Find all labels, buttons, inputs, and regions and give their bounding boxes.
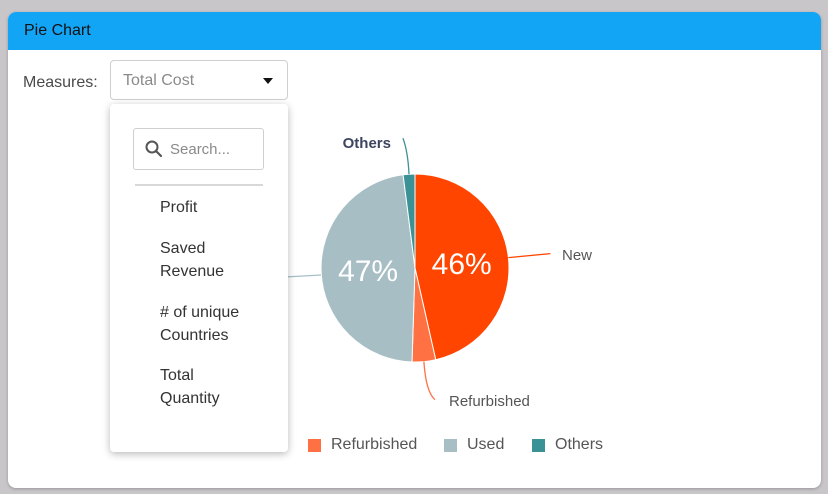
slice-percent-used: 47% [338, 255, 398, 288]
option-label-line: Profit [160, 199, 198, 216]
pie-chart-panel: Pie Chart 46% 47% New Refurbished Others Ref… [8, 12, 821, 488]
option-total-quantity[interactable]: Total Quantity [160, 364, 280, 410]
callout-label-refurbished: Refurbished [449, 393, 530, 410]
slice-percent-new: 46% [432, 248, 492, 281]
leader-line-used [284, 274, 322, 278]
option-unique-countries[interactable]: # of unique Countries [160, 301, 280, 347]
callout-label-others: Others [343, 135, 391, 152]
option-label-line: # of unique [160, 304, 240, 321]
leader-line-new [508, 252, 551, 259]
option-profit[interactable]: Profit [160, 196, 280, 219]
measures-label: Measures: [23, 74, 98, 91]
option-label-line: Quantity [160, 390, 220, 407]
legend-label-refurbished: Refurbished [331, 436, 418, 453]
search-input[interactable] [170, 138, 260, 160]
caret-down-icon[interactable] [263, 78, 273, 84]
legend-swatch-used [444, 439, 457, 452]
legend-swatch-refurbished [308, 439, 321, 452]
leader-line-refurbished [423, 361, 436, 401]
option-label-line: Countries [160, 327, 229, 344]
callout-label-new: New [562, 247, 592, 264]
option-label-line: Revenue [160, 263, 225, 280]
option-label-line: Total [160, 367, 194, 384]
leader-line-others [402, 137, 410, 175]
measures-selected-value: Total Cost [123, 72, 195, 89]
search-box[interactable] [133, 128, 264, 170]
legend-label-used: Used [467, 436, 505, 453]
option-label-line: Saved [160, 240, 206, 257]
search-icon [145, 140, 163, 158]
dropdown-divider [135, 184, 263, 186]
measures-select[interactable]: Total Cost [110, 60, 288, 100]
measures-dropdown: Profit Saved Revenue # of unique Countri… [110, 104, 288, 452]
option-saved-revenue[interactable]: Saved Revenue [160, 237, 280, 283]
legend-swatch-others [532, 439, 545, 452]
legend-label-others: Others [555, 436, 604, 453]
